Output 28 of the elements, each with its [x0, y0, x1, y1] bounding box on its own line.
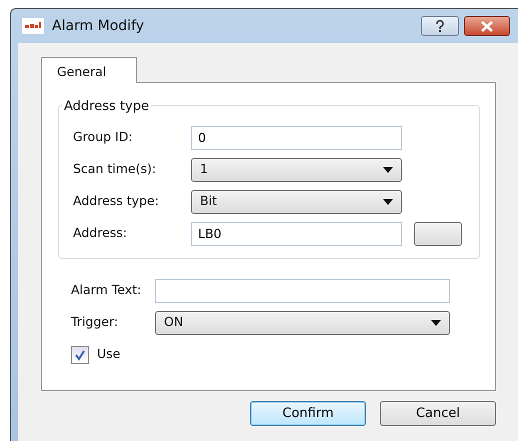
- dropdown-arrow-icon: [383, 198, 393, 204]
- browse-button[interactable]: [414, 222, 462, 246]
- tab[interactable]: General: [41, 57, 137, 83]
- dropdown[interactable]: Bit: [191, 190, 402, 214]
- input-field[interactable]: 0: [191, 126, 402, 150]
- field-label: Address:: [73, 224, 128, 242]
- confirm-button[interactable]: Confirm: [250, 401, 366, 426]
- checkbox-label: Use: [97, 345, 120, 364]
- window-title: Alarm Modify: [52, 16, 144, 36]
- input-field[interactable]: [155, 278, 450, 302]
- close-icon: [480, 20, 494, 32]
- field-label: Group ID:: [73, 128, 134, 146]
- dropdown-arrow-icon: [431, 320, 441, 326]
- checkbox[interactable]: [71, 346, 89, 364]
- input-field[interactable]: LB0: [191, 222, 402, 246]
- dropdown-arrow-icon: [383, 166, 393, 172]
- checkmark-icon: [74, 348, 86, 360]
- app-icon: [22, 18, 44, 34]
- field-label: Scan time(s):: [73, 160, 158, 178]
- field-label: Alarm Text:: [70, 281, 142, 300]
- close-button[interactable]: [464, 16, 510, 36]
- dropdown[interactable]: ON: [155, 310, 450, 334]
- help-icon: [435, 20, 445, 32]
- dropdown[interactable]: 1: [191, 158, 402, 182]
- help-button[interactable]: [421, 16, 459, 36]
- field-label: Trigger:: [70, 313, 120, 332]
- field-label: Address type:: [73, 192, 160, 210]
- cancel-button[interactable]: Cancel: [380, 401, 496, 426]
